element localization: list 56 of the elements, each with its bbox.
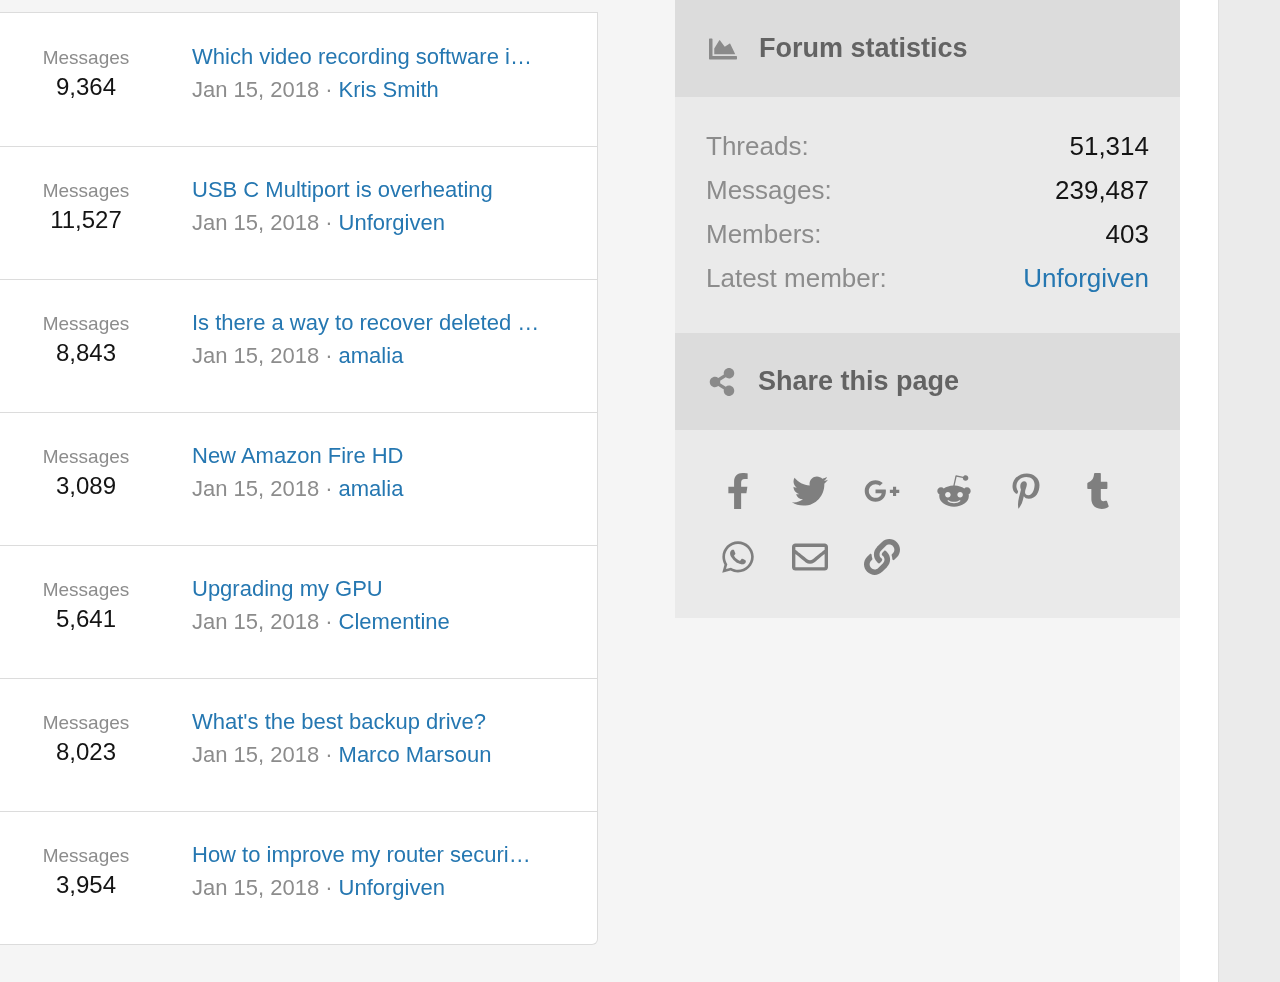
- message-count: 8,843: [55, 338, 117, 368]
- separator-dot: ·: [325, 608, 333, 636]
- thread-title-link[interactable]: What's the best backup drive?: [192, 706, 492, 738]
- thread-date: Jan 15, 2018: [192, 741, 320, 769]
- separator-dot: ·: [325, 874, 333, 902]
- share-title: Share this page: [758, 365, 960, 399]
- link-icon[interactable]: [863, 538, 901, 576]
- stat-value: 403: [1105, 218, 1149, 251]
- thread-title-link[interactable]: Upgrading my GPU: [192, 573, 450, 605]
- stat-label: Messages:: [706, 174, 832, 207]
- author-link[interactable]: Unforgiven: [338, 871, 445, 905]
- stat-value: 51,314: [1069, 130, 1149, 163]
- message-count: 9,364: [55, 71, 117, 102]
- message-count: 8,023: [55, 737, 117, 767]
- message-count: 3,954: [55, 870, 117, 900]
- thread-date: Jan 15, 2018: [192, 75, 320, 104]
- stats-title: Forum statistics: [759, 32, 968, 66]
- stat-label: Threads:: [706, 130, 809, 163]
- message-count: 11,527: [50, 205, 122, 235]
- count-label: Messages: [42, 312, 130, 336]
- count-label: Messages: [42, 578, 130, 602]
- author-link[interactable]: amalia: [338, 472, 404, 506]
- share-icon: [708, 367, 736, 396]
- thread-date: Jan 15, 2018: [192, 342, 320, 370]
- separator-dot: ·: [325, 75, 333, 104]
- separator-dot: ·: [325, 475, 333, 503]
- thread-title-link[interactable]: Is there a way to recover deleted …: [192, 307, 540, 339]
- author-link[interactable]: Clementine: [338, 605, 450, 639]
- stat-label: Members:: [706, 218, 822, 251]
- message-count: 5,641: [55, 604, 117, 634]
- alien-icon[interactable]: [935, 472, 973, 510]
- stat-label: Latest member:: [706, 262, 887, 295]
- message-count: 3,089: [55, 471, 117, 501]
- thread-title-link[interactable]: New Amazon Fire HD: [192, 440, 404, 472]
- separator-dot: ·: [325, 209, 333, 237]
- author-link[interactable]: Marco Marsoun: [338, 738, 492, 772]
- author-link[interactable]: amalia: [338, 339, 404, 373]
- thread-title-link[interactable]: USB C Multiport is overheating: [192, 174, 493, 206]
- count-label: Messages: [42, 711, 130, 735]
- thread-title-link[interactable]: Which video recording software i…: [192, 40, 532, 73]
- count-label: Messages: [42, 844, 130, 868]
- author-link[interactable]: Unforgiven: [338, 206, 445, 240]
- thread-date: Jan 15, 2018: [192, 874, 320, 902]
- separator-dot: ·: [325, 741, 333, 769]
- count-label: Messages: [42, 445, 130, 469]
- phone-chat-icon[interactable]: [719, 538, 757, 576]
- count-label: Messages: [42, 179, 130, 203]
- thread-date: Jan 15, 2018: [192, 209, 320, 237]
- stat-value: 239,487: [1055, 174, 1149, 207]
- author-link[interactable]: Kris Smith: [338, 72, 439, 107]
- count-label: Messages: [42, 45, 130, 70]
- member-link[interactable]: Unforgiven: [1023, 262, 1149, 306]
- separator-dot: ·: [325, 342, 333, 370]
- thread-title-link[interactable]: How to improve my router securi…: [192, 839, 531, 871]
- thread-date: Jan 15, 2018: [192, 475, 320, 503]
- thread-date: Jan 15, 2018: [192, 608, 320, 636]
